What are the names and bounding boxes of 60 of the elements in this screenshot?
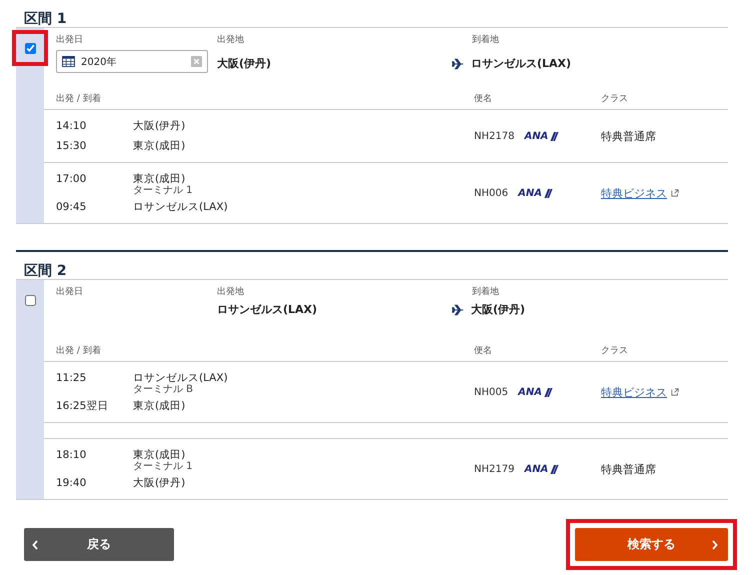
airline-logo: ANA [518, 386, 553, 398]
departure-time: 11:25 [56, 371, 88, 386]
airplane-icon [452, 304, 464, 316]
arrival-time: 09:45 [56, 200, 88, 215]
section-heading: 区間 2 [23, 262, 68, 279]
calendar-icon [62, 56, 75, 67]
airline-logo: ANA [524, 464, 560, 474]
departure-airport: ロサンゼルス(LAX) [133, 371, 228, 384]
flight-number: NH2178 [474, 130, 514, 142]
column-header: 出発 / 到着 [56, 93, 102, 105]
chevron-right-icon [712, 540, 718, 550]
column-header: 便名 [474, 345, 493, 357]
arrival-time: 19:40 [56, 476, 88, 491]
airplane-icon [452, 58, 464, 70]
chevron-left-icon [32, 540, 38, 550]
destination-text: ロサンゼルス(LAX) [471, 56, 572, 71]
departure-time: 17:00 [56, 172, 88, 187]
arrival-airport: 東京(成田) [133, 139, 186, 154]
departure-airport: 東京(成田) [133, 448, 186, 462]
flight-number: NH005 [474, 386, 508, 398]
arrival-time: 15:30 [56, 139, 88, 154]
class-text: 特典普通席 [601, 462, 656, 476]
terminal-text: ターミナル 1 [133, 461, 193, 472]
terminal-text: ターミナル 1 [133, 185, 193, 196]
origin-text: 大阪(伊丹) [217, 56, 272, 71]
airline-logo: ANA [518, 188, 553, 198]
class-link[interactable]: 特典ビジネス [601, 384, 667, 400]
departure-time: 14:10 [56, 119, 88, 134]
origin-text: ロサンゼルス(LAX) [217, 302, 318, 317]
back-button[interactable]: 戻る [24, 528, 174, 561]
arrival-airport: ロサンゼルス(LAX) [133, 200, 228, 215]
field-label: 出発日 [56, 286, 84, 298]
field-label: 到着地 [471, 286, 500, 298]
class-link[interactable]: 特典ビジネス [601, 186, 667, 200]
flight-number: NH006 [474, 188, 508, 198]
arrival-airport: 東京(成田) [133, 399, 186, 414]
field-label: 到着地 [471, 34, 500, 46]
segment-checkbox[interactable] [24, 294, 36, 306]
column-header: クラス [601, 345, 628, 357]
column-header: 便名 [474, 93, 493, 105]
arrival-airport: 大阪(伊丹) [133, 476, 186, 491]
external-link-icon [671, 189, 679, 197]
field-label: 出発日 [56, 34, 84, 46]
airline-logo: ANA [524, 130, 560, 142]
destination-text: 大阪(伊丹) [471, 302, 526, 317]
external-link-icon [671, 388, 679, 396]
class-text: 特典普通席 [601, 128, 656, 144]
departure-airport: 大阪(伊丹) [133, 119, 186, 134]
column-header: 出発 / 到着 [56, 345, 102, 357]
search-button[interactable]: 検索する [575, 528, 728, 561]
field-label: 出発地 [217, 286, 245, 298]
terminal-text: ターミナル B [133, 384, 194, 395]
date-field[interactable]: 2020年 [56, 50, 208, 73]
flight-number: NH2179 [474, 464, 514, 474]
section-heading: 区間 1 [23, 10, 68, 27]
departure-time: 18:10 [56, 448, 88, 463]
arrival-time: 16:25翌日 [56, 399, 110, 414]
departure-airport: 東京(成田) [133, 172, 186, 186]
column-header: クラス [601, 93, 628, 105]
field-label: 出発地 [217, 34, 245, 46]
